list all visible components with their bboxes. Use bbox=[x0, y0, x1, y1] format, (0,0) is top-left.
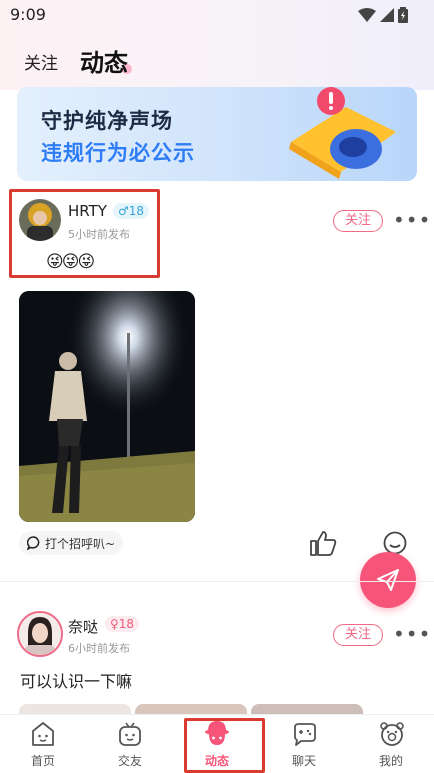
banner-title: 守护纯净声场 bbox=[41, 109, 173, 133]
nav-home-label: 首页 bbox=[30, 754, 55, 768]
nav-make-friends[interactable]: 交友 bbox=[87, 715, 173, 773]
bottom-nav: 首页 交友 动态 聊天 我的 bbox=[0, 714, 434, 773]
nav-chat[interactable]: 聊天 bbox=[261, 715, 347, 773]
post-time: 6小时前发布 bbox=[68, 642, 130, 655]
post-text: 可以认识一下嘛 bbox=[20, 672, 133, 691]
tab-following[interactable]: 关注 bbox=[24, 49, 58, 74]
nav-make-friends-label: 交友 bbox=[117, 754, 142, 768]
nav-home[interactable]: 首页 bbox=[0, 715, 86, 773]
post-photo[interactable] bbox=[19, 291, 195, 522]
highlight-box-nav-feed bbox=[184, 718, 265, 773]
greet-button[interactable]: 打个招呼叭~ bbox=[19, 531, 124, 555]
tab-feed[interactable]: 动态 bbox=[80, 43, 128, 78]
gender-age-badge: ♀18 bbox=[105, 616, 140, 632]
post-divider bbox=[0, 581, 434, 582]
signal-icon bbox=[380, 8, 394, 22]
battery-icon bbox=[398, 7, 408, 23]
announcement-banner[interactable]: 守护纯净声场 违规行为必公示 bbox=[17, 87, 417, 181]
age-label: 18 bbox=[118, 617, 135, 631]
banner-subtitle: 违规行为必公示 bbox=[41, 141, 195, 165]
status-bar: 9:09 bbox=[0, 0, 434, 30]
tv-face-icon bbox=[119, 722, 141, 746]
nav-profile-label: 我的 bbox=[378, 754, 403, 768]
publish-post-button[interactable] bbox=[360, 552, 416, 608]
follow-button[interactable]: 关注 bbox=[333, 210, 383, 232]
chat-gamepad-icon bbox=[294, 723, 316, 746]
send-icon bbox=[377, 569, 399, 591]
nav-chat-label: 聊天 bbox=[291, 754, 316, 768]
status-time: 9:09 bbox=[10, 5, 46, 24]
female-icon: ♀ bbox=[110, 617, 119, 631]
megaphone-icon bbox=[289, 87, 396, 179]
more-options-icon[interactable]: ••• bbox=[393, 622, 431, 646]
avatar[interactable] bbox=[17, 611, 63, 657]
top-tabs: 关注 动态 bbox=[0, 40, 434, 80]
home-face-icon bbox=[32, 722, 54, 746]
follow-button[interactable]: 关注 bbox=[333, 624, 383, 646]
profile-bear-icon bbox=[380, 722, 404, 746]
username[interactable]: 奈哒 bbox=[68, 616, 98, 637]
wifi-icon bbox=[358, 8, 376, 22]
like-icon[interactable] bbox=[309, 530, 337, 556]
nav-profile[interactable]: 我的 bbox=[348, 715, 434, 773]
greet-label: 打个招呼叭~ bbox=[45, 536, 116, 551]
more-options-icon[interactable]: ••• bbox=[393, 208, 431, 232]
speech-bubble-icon bbox=[27, 536, 40, 550]
highlight-box-author bbox=[9, 189, 160, 278]
status-icons bbox=[358, 7, 408, 23]
